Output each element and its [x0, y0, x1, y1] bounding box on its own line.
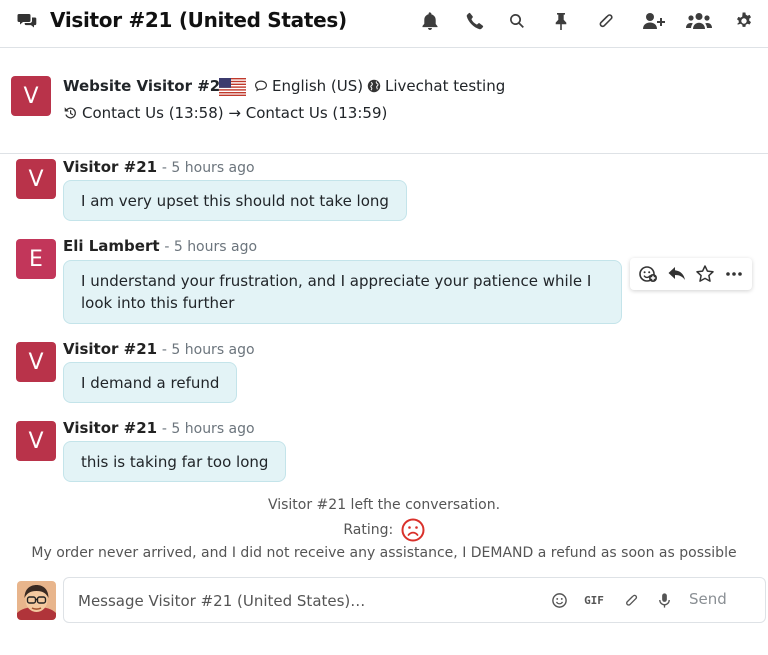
microphone-icon: [658, 592, 670, 608]
add-reaction-icon: [639, 266, 658, 282]
message-header: Visitor #21 - 5 hours ago: [63, 158, 255, 176]
star-button[interactable]: [694, 263, 716, 285]
star-icon: [696, 265, 714, 282]
history-icon: [64, 107, 76, 119]
add-reaction-button[interactable]: [637, 263, 659, 285]
message-bubble: this is taking far too long: [63, 441, 287, 482]
voice-message-button[interactable]: [653, 589, 675, 611]
visitor-avatar: V: [11, 76, 51, 116]
reply-button[interactable]: [666, 263, 688, 285]
message-bubble: I am very upset this should not take lon…: [63, 180, 407, 221]
rating-label: Rating:: [343, 522, 394, 538]
message-author[interactable]: Eli Lambert: [63, 237, 160, 255]
send-button[interactable]: Send: [689, 590, 727, 608]
message-header: Visitor #21 - 5 hours ago: [63, 419, 255, 437]
add-user-icon: [643, 13, 665, 29]
more-button[interactable]: [723, 263, 745, 285]
gif-button[interactable]: GIF: [583, 589, 605, 611]
message-actions: [630, 258, 752, 290]
message-input[interactable]: [76, 588, 530, 614]
call-button[interactable]: [463, 9, 487, 33]
member-list-button[interactable]: [685, 9, 713, 33]
current-user-avatar: [17, 581, 56, 620]
thread-title: Visitor #21 (United States): [50, 8, 347, 32]
visitor-website: Livechat testing: [367, 77, 505, 95]
sad-face-icon: [401, 518, 425, 542]
message-author[interactable]: Visitor #21: [63, 419, 157, 437]
phone-icon: [466, 12, 484, 30]
emoji-icon: [551, 592, 567, 608]
globe-icon: [367, 79, 381, 93]
attach-file-button[interactable]: [620, 589, 642, 611]
visitor-name: Website Visitor #21: [63, 77, 231, 95]
chat-icon: [17, 14, 37, 28]
chat-header: Visitor #21 (United States): [0, 0, 768, 48]
message-avatar[interactable]: V: [16, 159, 56, 199]
members-icon: [686, 13, 712, 29]
message-time: - 5 hours ago: [161, 421, 255, 437]
paperclip-icon: [625, 594, 637, 606]
speech-bubble-icon: [255, 80, 267, 92]
pinned-messages-button[interactable]: [549, 9, 573, 33]
message-bubble: I demand a refund: [63, 362, 238, 403]
visitor-language: English (US): [254, 77, 363, 95]
message-time: - 5 hours ago: [164, 239, 258, 255]
message-author[interactable]: Visitor #21: [63, 158, 157, 176]
us-flag-icon: [219, 78, 246, 96]
message-avatar[interactable]: V: [16, 342, 56, 382]
visitor-language-label: English (US): [272, 77, 364, 95]
paperclip-icon: [599, 14, 613, 28]
message-header: Eli Lambert - 5 hours ago: [63, 237, 257, 255]
message-time: - 5 hours ago: [161, 160, 255, 176]
visitor-banner: V Website Visitor #21 English (US) Livec…: [0, 48, 768, 154]
message-author[interactable]: Visitor #21: [63, 340, 157, 358]
message-avatar[interactable]: V: [16, 421, 56, 461]
gear-icon: [737, 12, 751, 27]
message-composer: GIF Send: [63, 577, 766, 623]
pin-icon: [555, 13, 567, 30]
more-icon: [725, 272, 742, 276]
message-header: Visitor #21 - 5 hours ago: [63, 340, 255, 358]
attachments-button[interactable]: [594, 9, 618, 33]
visitor-website-label: Livechat testing: [385, 77, 506, 95]
search-button[interactable]: [505, 9, 529, 33]
visitor-history-label: Contact Us (13:58) → Contact Us (13:59): [82, 104, 388, 122]
bell-icon: [422, 12, 438, 31]
invite-user-button[interactable]: [640, 9, 668, 33]
left-conversation-notice: Visitor #21 left the conversation.: [267, 497, 501, 513]
settings-button[interactable]: [732, 9, 756, 33]
message-time: - 5 hours ago: [161, 342, 255, 358]
gif-label: GIF: [584, 593, 604, 607]
rating-notice: Rating:: [0, 518, 768, 542]
visitor-history: Contact Us (13:58) → Contact Us (13:59): [63, 104, 387, 122]
notification-bell-button[interactable]: [418, 9, 442, 33]
search-icon: [510, 14, 524, 28]
message-avatar[interactable]: E: [16, 239, 56, 279]
user-portrait-icon: [17, 581, 56, 620]
message-bubble: I understand your frustration, and I app…: [63, 260, 622, 324]
reply-icon: [668, 267, 685, 280]
rating-feedback: My order never arrived, and I did not re…: [31, 545, 737, 561]
emoji-button[interactable]: [548, 589, 570, 611]
